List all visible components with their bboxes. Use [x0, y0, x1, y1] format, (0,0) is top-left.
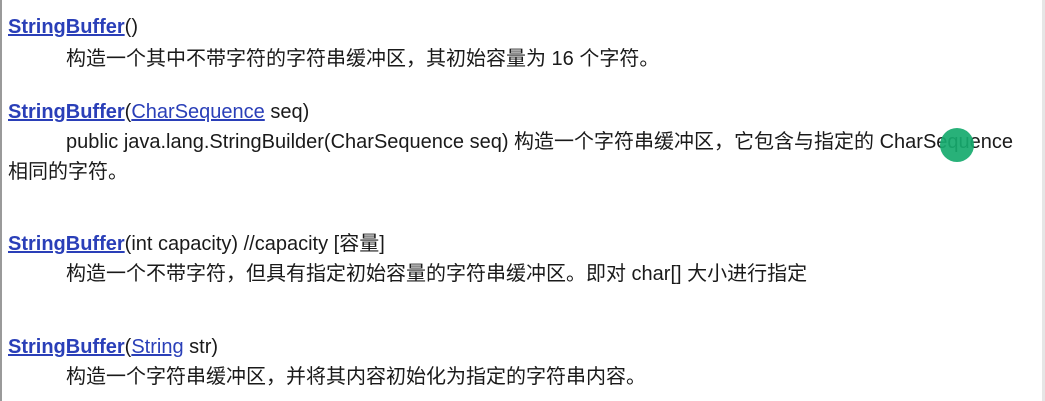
constructor-entry-3: StringBuffer(int capacity) //capacity [容… — [8, 231, 1038, 289]
left-border — [0, 0, 2, 401]
constructor-description-3: 构造一个不带字符，但具有指定初始容量的字符串缓冲区。即对 char[] 大小进行… — [66, 263, 808, 285]
constructor-signature-1: StringBuffer() — [8, 14, 1038, 40]
constructor-entry-4: StringBuffer(String str) 构造一个字符串缓冲区，并将其内… — [8, 334, 1038, 392]
constructor-signature-4: StringBuffer(String str) — [8, 334, 1038, 360]
cursor-highlight-icon — [940, 128, 974, 162]
constructor-link-2[interactable]: StringBuffer — [8, 101, 125, 123]
signature-parens-1: () — [124, 16, 138, 38]
constructor-link-1[interactable]: StringBuffer — [8, 16, 125, 38]
param-type-link-4[interactable]: String — [131, 336, 183, 358]
constructor-link-4[interactable]: StringBuffer — [8, 336, 125, 358]
constructor-description-2: public java.lang.StringBuilder(CharSeque… — [8, 131, 1014, 183]
constructor-entry-2: StringBuffer(CharSequence seq) public ja… — [8, 99, 1038, 187]
constructor-signature-3: StringBuffer(int capacity) //capacity [容… — [8, 231, 1038, 257]
param-type-link-2[interactable]: CharSequence — [131, 101, 264, 123]
signature-rest-4: str) — [183, 336, 219, 358]
constructor-description-1: 构造一个其中不带字符的字符串缓冲区，其初始容量为 16 个字符。 — [66, 48, 660, 70]
constructor-description-4: 构造一个字符串缓冲区，并将其内容初始化为指定的字符串内容。 — [66, 366, 646, 388]
signature-rest-2: seq) — [264, 101, 310, 123]
constructor-entry-1: StringBuffer() 构造一个其中不带字符的字符串缓冲区，其初始容量为 … — [8, 14, 1038, 74]
constructor-link-3[interactable]: StringBuffer — [8, 233, 125, 255]
signature-rest-3: (int capacity) //capacity [容量] — [124, 233, 385, 255]
constructor-signature-2: StringBuffer(CharSequence seq) — [8, 99, 1038, 125]
